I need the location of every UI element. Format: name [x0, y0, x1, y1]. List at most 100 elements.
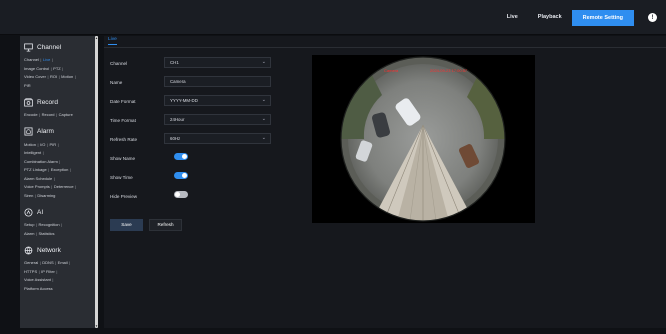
save-button[interactable]: Save	[110, 219, 143, 231]
sidebar-title-channel: Channel	[37, 43, 62, 51]
sidebar-scrollbar[interactable]: ▲ ▼	[95, 36, 98, 328]
refresh-rate-label: Refresh Rate	[110, 137, 138, 142]
top-bar: Live Playback Remote Setting !	[0, 0, 666, 35]
sidebar-item-ip-filter[interactable]: IP Filter	[41, 269, 55, 274]
row-show-name: Show Name	[110, 151, 280, 170]
sidebar-item-alarm-schedule[interactable]: Alarm Schedule	[24, 176, 52, 181]
sidebar-item-deterrence[interactable]: Deterrence	[54, 184, 74, 189]
hide-preview-toggle[interactable]	[174, 191, 188, 198]
sidebar-item-recognition[interactable]: Recognition	[39, 222, 60, 227]
sidebar-title-alarm: Alarm	[37, 128, 54, 135]
sidebar-item-voice-assistant[interactable]: Voice Assistant	[24, 277, 51, 282]
sidebar-item-pir-alarm[interactable]: PIR	[49, 142, 56, 147]
sidebar-item-capture[interactable]: Capture	[59, 112, 73, 117]
ai-icon	[24, 207, 33, 217]
chevron-down-icon: ⌄	[261, 97, 266, 103]
sidebar-header-record[interactable]: Record	[24, 93, 91, 111]
chevron-down-icon: ⌄	[261, 116, 266, 122]
refresh-rate-value: 60Hz	[170, 136, 181, 141]
sidebar-item-motion[interactable]: Motion	[61, 74, 73, 79]
sidebar-links-record: Encode | Record | Capture	[24, 112, 73, 117]
sidebar-item-disarming[interactable]: Disarming	[37, 193, 55, 198]
sidebar-header-ai[interactable]: AI	[24, 203, 91, 221]
nav-remote-setting[interactable]: Remote Setting	[571, 10, 634, 26]
sidebar-section-channel: Channel Channel | Live | Image Control | PTZ |…	[20, 38, 95, 90]
sidebar-section-record: Record Encode | Record | Capture	[20, 93, 95, 120]
sidebar-item-io[interactable]: I/O	[40, 142, 45, 147]
record-icon	[24, 97, 33, 107]
row-date-format: Date Format YYYY-MM-DD ⌄	[110, 94, 280, 113]
row-show-time: Show Time	[110, 170, 280, 189]
date-format-label: Date Format	[110, 99, 136, 104]
sidebar-title-network: Network	[37, 246, 61, 254]
sidebar-item-https[interactable]: HTTPS	[24, 269, 37, 274]
refresh-rate-select[interactable]: 60Hz ⌄	[164, 133, 271, 144]
refresh-button[interactable]: Refresh	[149, 219, 182, 231]
sidebar-links-network: General | DDNS | Email | HTTPS | IP Filter | Voi…	[24, 260, 71, 291]
sidebar-item-email[interactable]: Email	[58, 260, 68, 265]
sidebar-item-general[interactable]: General	[24, 260, 38, 265]
sidebar-title-record: Record	[37, 98, 58, 106]
sidebar-item-intelligent[interactable]: Intelligent	[24, 150, 41, 155]
sidebar-item-siren[interactable]: Siren	[24, 193, 33, 198]
sidebar-item-ptz-linkage[interactable]: PTZ Linkage	[24, 167, 47, 172]
network-icon	[24, 246, 33, 254]
sidebar: Channel Channel | Live | Image Control | PTZ |…	[20, 36, 95, 328]
channel-select[interactable]: CH1 ⌄	[164, 57, 271, 68]
sidebar-item-combination-alarm[interactable]: Combination Alarm	[24, 159, 58, 164]
tab-live[interactable]: Live	[108, 37, 117, 45]
row-channel: Channel CH1 ⌄	[110, 56, 280, 75]
tab-bar: Live	[104, 36, 666, 48]
sidebar-item-encode[interactable]: Encode	[24, 112, 38, 117]
live-settings-form: Channel CH1 ⌄ Name Camera Date Format YYY…	[110, 56, 280, 208]
sidebar-item-ai-alarm[interactable]: Alarm	[24, 231, 34, 236]
sidebar-item-setup[interactable]: Setup	[24, 222, 34, 227]
time-format-select[interactable]: 24Hour ⌄	[164, 114, 271, 125]
nav-playback[interactable]: Playback	[528, 0, 572, 35]
date-format-select[interactable]: YYYY-MM-DD ⌄	[164, 95, 271, 106]
sidebar-item-platform-access[interactable]: Platform Access	[24, 286, 53, 291]
scroll-down-icon[interactable]: ▼	[95, 324, 98, 328]
show-time-label: Show Time	[110, 175, 133, 180]
alarm-icon	[24, 127, 33, 136]
nav-live[interactable]: Live	[497, 0, 528, 35]
row-name: Name Camera	[110, 75, 280, 94]
sidebar-item-video-cover[interactable]: Video Cover	[24, 74, 46, 79]
name-input[interactable]: Camera	[164, 76, 271, 87]
hide-preview-label: Hide Preview	[110, 194, 138, 199]
sidebar-item-channel[interactable]: Channel	[24, 57, 39, 62]
sidebar-item-ddns[interactable]: DDNS	[42, 260, 53, 265]
sidebar-item-roi[interactable]: ROI	[50, 74, 57, 79]
sidebar-item-record[interactable]: Record	[42, 112, 55, 117]
sidebar-section-alarm: Alarm Motion | I/O | PIR | Intelligent | Combi…	[20, 123, 95, 201]
osd-datetime: 2024-09-23 17:00:57	[430, 68, 468, 73]
sidebar-header-channel[interactable]: Channel	[24, 38, 91, 56]
scroll-up-icon[interactable]: ▲	[95, 36, 98, 40]
sidebar-item-exception[interactable]: Exception	[51, 167, 69, 172]
row-time-format: Time Format 24Hour ⌄	[110, 113, 280, 132]
camera-preview[interactable]: Camera 2024-09-23 17:00:57	[312, 55, 535, 223]
sidebar-links-channel: Channel | Live | Image Control | PTZ | Video C…	[24, 57, 76, 88]
fisheye-image	[340, 56, 506, 222]
date-format-value: YYYY-MM-DD	[170, 98, 198, 103]
show-name-toggle[interactable]	[174, 153, 188, 160]
sidebar-item-statistics[interactable]: Statistics	[39, 231, 55, 236]
name-value: Camera	[170, 79, 186, 84]
sidebar-item-pir[interactable]: PIR	[24, 83, 31, 88]
sidebar-section-network: Network General | DDNS | Email | HTTPS | IP Fil…	[20, 241, 95, 293]
sidebar-item-motion-alarm[interactable]: Motion	[24, 142, 36, 147]
info-icon[interactable]: !	[648, 13, 657, 22]
sidebar-item-ptz[interactable]: PTZ	[53, 66, 61, 71]
sidebar-links-alarm: Motion | I/O | PIR | Intelligent | Combination…	[24, 141, 77, 198]
sidebar-item-voice-prompts[interactable]: Voice Prompts	[24, 184, 50, 189]
time-format-value: 24Hour	[170, 117, 185, 122]
sidebar-links-ai: Setup | Recognition | Alarm | Statistics	[24, 222, 63, 236]
top-nav: Live Playback Remote Setting !	[497, 0, 666, 35]
time-format-label: Time Format	[110, 118, 136, 123]
sidebar-item-image-control[interactable]: Image Control	[24, 66, 49, 71]
show-time-toggle[interactable]	[174, 172, 188, 179]
sidebar-header-alarm[interactable]: Alarm	[24, 123, 91, 141]
sidebar-header-network[interactable]: Network	[24, 241, 91, 259]
sidebar-item-live[interactable]: Live	[43, 57, 50, 62]
chevron-down-icon: ⌄	[261, 59, 266, 65]
